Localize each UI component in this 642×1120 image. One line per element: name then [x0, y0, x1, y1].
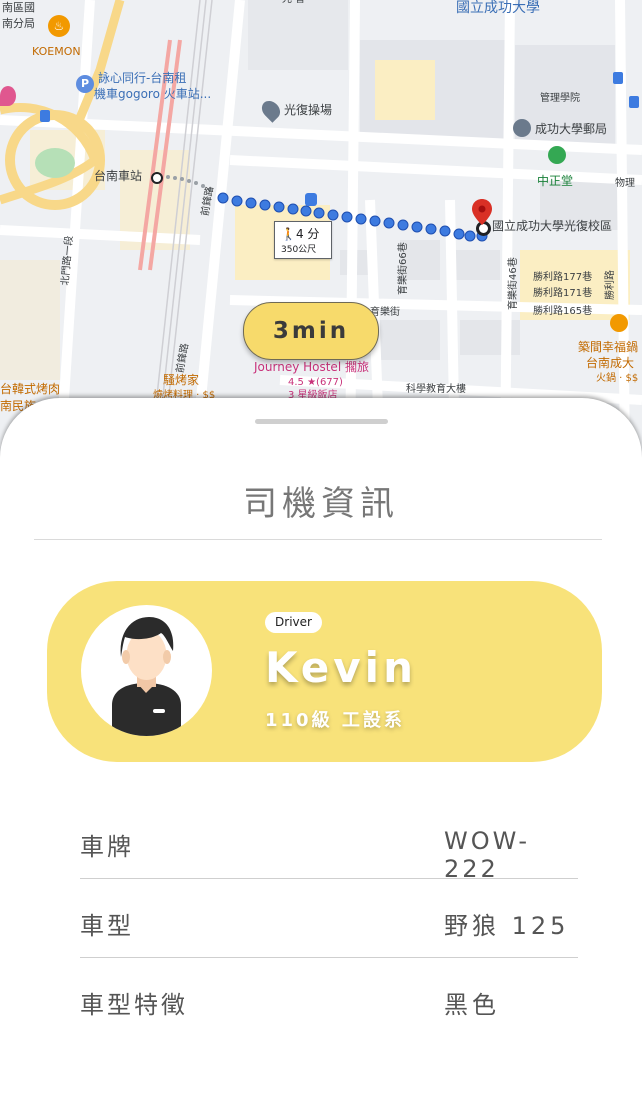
avatar-icon: [112, 617, 181, 736]
divider: [80, 957, 578, 958]
parking-icon[interactable]: P: [76, 75, 94, 93]
map-label: 勝利路171巷: [533, 288, 593, 299]
map-label: KOEMON: [32, 45, 81, 58]
walk-time-text: 4 分: [295, 227, 320, 241]
food-icon[interactable]: ♨: [48, 15, 70, 37]
post-icon[interactable]: [513, 119, 531, 137]
map-label: 勝利路: [605, 270, 616, 300]
sheet-title: 司機資訊: [243, 484, 399, 524]
walk-info-box[interactable]: 🚶4 分 350公尺: [274, 221, 332, 259]
divider: [34, 539, 602, 540]
info-label: 車型: [80, 912, 134, 940]
driver-info-sheet[interactable]: 司機資訊 Driver Kevin 110級 工設系 車牌 WOW-222 車型…: [0, 398, 642, 1120]
driver-subtitle: 110級 工設系: [265, 710, 405, 731]
map-label: 台韓式烤肉: [0, 382, 61, 396]
divider: [80, 878, 578, 879]
map-label: 國立成功大學: [456, 0, 540, 16]
map-label: 詠心同行-台南租: [98, 71, 187, 85]
bus-icon[interactable]: [629, 96, 639, 108]
map-label: 機車gogoro 火車站...: [94, 87, 212, 101]
info-label: 車型特徵: [80, 991, 188, 1019]
map-label: 勝利路165巷: [533, 306, 593, 317]
food-icon[interactable]: [610, 314, 628, 332]
station-marker-icon[interactable]: [151, 172, 163, 184]
map-label: 騷烤家: [163, 373, 200, 387]
map-label: 物理: [615, 178, 635, 189]
map-label: 光 智: [282, 0, 305, 6]
map-label: 台南車站: [94, 169, 143, 183]
driver-badge: Driver: [265, 612, 322, 633]
map-label: Journey Hostel 擱旅: [254, 360, 369, 374]
map-label: 築間幸福鍋: [578, 340, 639, 354]
driver-card: Driver Kevin 110級 工設系: [47, 581, 602, 762]
info-value: WOW-222: [444, 827, 531, 883]
map-label: 育樂街46巷: [508, 257, 519, 310]
eta-badge: 3min: [243, 302, 379, 360]
map-label: 管理學院: [540, 93, 580, 104]
info-label: 車牌: [80, 833, 134, 861]
bus-icon[interactable]: [305, 193, 317, 206]
map-label: 中正堂: [537, 174, 574, 188]
bus-icon[interactable]: [613, 72, 623, 84]
info-row-feature: 車型特徵 黑色: [80, 961, 578, 1040]
map-label: 南區國: [2, 1, 35, 14]
map-label: 國立成功大學光復校區: [492, 219, 613, 233]
walk-time: 🚶4 分: [281, 225, 319, 242]
info-value: 黑色: [444, 991, 500, 1019]
map-label: 光復操場: [284, 103, 333, 117]
pin-icon[interactable]: [472, 199, 492, 225]
hotel-icon[interactable]: [0, 86, 16, 106]
walk-distance: 350公尺: [281, 245, 317, 255]
sheet-drag-handle[interactable]: [255, 419, 388, 424]
map-label: 成功大學郵局: [535, 122, 608, 136]
map-label: 火鍋 · $$: [596, 373, 639, 384]
map-label: 育樂街66巷: [398, 242, 409, 295]
bus-icon[interactable]: [40, 110, 50, 122]
landmark-icon[interactable]: [548, 146, 566, 164]
map-label: 南分局: [2, 17, 35, 30]
info-row-model: 車型 野狼 125: [80, 882, 578, 961]
map-label: 勝利路177巷: [533, 272, 593, 283]
map-label: 台南成大: [586, 356, 635, 370]
map-view[interactable]: ♨ P 南區國 南分局 KOEMON 詠心同行-台南租 機車gogoro 火車站…: [0, 0, 642, 460]
driver-name: Kevin: [265, 643, 417, 692]
driver-avatar: [81, 605, 212, 736]
info-value: 野狼 125: [444, 912, 570, 940]
info-row-plate: 車牌 WOW-222: [80, 803, 578, 883]
walk-icon: 🚶: [281, 227, 296, 241]
map-label: 科學教育大樓: [406, 384, 466, 395]
map-label: 4.5 ★(677): [288, 377, 343, 388]
